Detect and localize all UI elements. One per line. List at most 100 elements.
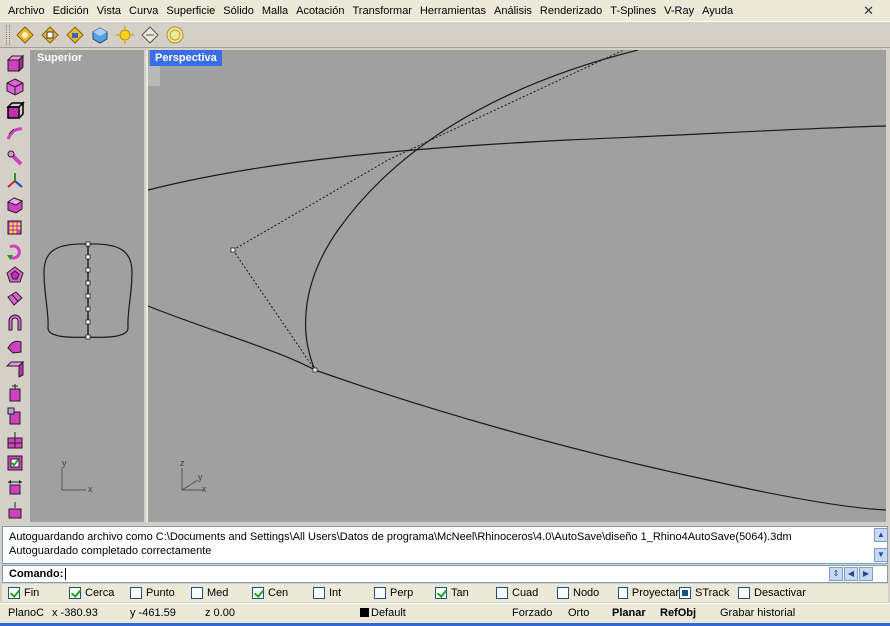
command-buttons: ⇕ ◀ ▶ — [829, 567, 873, 581]
osnap-checkbox[interactable] — [557, 587, 569, 599]
status-layer[interactable]: Default — [360, 607, 406, 619]
box-icon[interactable] — [3, 52, 27, 76]
menu-transformar[interactable]: Transformar — [348, 1, 416, 21]
osnap-cuad[interactable]: Cuad — [496, 587, 557, 599]
close-icon[interactable]: ✕ — [863, 3, 874, 19]
boolean-union-icon[interactable] — [3, 381, 27, 405]
menu-renderizado[interactable]: Renderizado — [536, 1, 606, 21]
polygon-icon[interactable] — [3, 264, 27, 288]
osnap-checkbox[interactable] — [313, 587, 325, 599]
osnap-cerca[interactable]: Cerca — [69, 587, 130, 599]
status-snap-toggle[interactable]: Forzado — [512, 607, 552, 619]
persp-horizontal-curve — [148, 125, 886, 191]
menu-curva[interactable]: Curva — [125, 1, 162, 21]
wedge-icon[interactable] — [3, 334, 27, 358]
menu-malla[interactable]: Malla — [258, 1, 292, 21]
command-history-icon[interactable]: ⇕ — [829, 567, 843, 581]
history-line: Autoguardando archivo como C:\Documents … — [9, 531, 792, 543]
menu-vray[interactable]: V-Ray — [660, 1, 698, 21]
osnap-checkbox[interactable] — [618, 587, 628, 599]
osnap-cen[interactable]: Cen — [252, 587, 313, 599]
osnap-int[interactable]: Int — [313, 587, 374, 599]
cube-edges-icon[interactable] — [3, 99, 27, 123]
rhino-app-window: { "menu": ["Archivo", "Edición", "Vista"… — [0, 0, 890, 626]
osnap-checkbox[interactable] — [69, 587, 81, 599]
menu-solido[interactable]: Sólido — [219, 1, 258, 21]
move-icon[interactable] — [3, 475, 27, 499]
osnap-proyectar[interactable]: Proyectar — [618, 587, 679, 599]
top-axis-widget — [61, 468, 86, 491]
viewport-perspectiva[interactable]: Perspectiva z y x — [148, 50, 886, 522]
osnap-perp[interactable]: Perp — [374, 587, 435, 599]
status-planar-toggle[interactable]: Planar — [612, 607, 646, 619]
command-next-icon[interactable]: ▶ — [859, 567, 873, 581]
osnap-checkbox[interactable] — [679, 587, 691, 599]
new-icon[interactable] — [14, 24, 36, 46]
rotate-icon[interactable] — [3, 240, 27, 264]
extrude-icon[interactable] — [3, 358, 27, 382]
viewport-tab-perspectiva[interactable]: Perspectiva — [150, 50, 222, 66]
osnap-checkbox[interactable] — [738, 587, 750, 599]
check-box-icon[interactable] — [3, 452, 27, 476]
save-icon[interactable] — [64, 24, 86, 46]
viewport-superior[interactable]: Superior y x — [30, 50, 146, 522]
render-icon[interactable] — [89, 24, 111, 46]
scroll-up-icon[interactable]: ▲ — [874, 528, 888, 542]
boolean-diff-icon[interactable] — [3, 405, 27, 429]
osnap-checkbox[interactable] — [191, 587, 203, 599]
split-icon[interactable] — [3, 428, 27, 452]
osnap-med[interactable]: Med — [191, 587, 252, 599]
persp-corner-shade — [148, 66, 160, 86]
revolve-icon[interactable] — [3, 146, 27, 170]
osnap-checkbox[interactable] — [8, 587, 20, 599]
command-prev-icon[interactable]: ◀ — [844, 567, 858, 581]
menu-herramientas[interactable]: Herramientas — [416, 1, 490, 21]
left-toolbar — [0, 50, 30, 522]
scroll-down-icon[interactable]: ▼ — [874, 548, 888, 562]
status-ortho-toggle[interactable]: Orto — [568, 607, 589, 619]
grid-points-icon[interactable] — [3, 217, 27, 241]
persp-control-polygon-upper — [232, 50, 625, 251]
menu-acotacion[interactable]: Acotación — [292, 1, 348, 21]
viewport-tab-superior[interactable]: Superior — [32, 50, 88, 66]
sphere-icon[interactable] — [3, 76, 27, 100]
layer-icon[interactable] — [139, 24, 161, 46]
solid-box-icon[interactable] — [3, 193, 27, 217]
command-label: Comando: — [9, 568, 64, 580]
menu-vista[interactable]: Vista — [93, 1, 125, 21]
osnap-fin[interactable]: Fin — [8, 587, 69, 599]
osnap-desactivar[interactable]: Desactivar — [738, 587, 814, 599]
status-bar: PlanoC x -380.93 y -461.59 z 0.00 Defaul… — [0, 603, 890, 623]
toolbar-grip[interactable] — [6, 24, 10, 45]
menu-superficie[interactable]: Superficie — [162, 1, 219, 21]
open-icon[interactable] — [39, 24, 61, 46]
viewport-superior-canvas — [43, 241, 133, 491]
osnap-punto[interactable]: Punto — [130, 587, 191, 599]
menu-ayuda[interactable]: Ayuda — [698, 1, 737, 21]
light-icon[interactable] — [114, 24, 136, 46]
osnap-strack[interactable]: STrack — [679, 587, 738, 599]
osnap-tan[interactable]: Tan — [435, 587, 496, 599]
menu-analisis[interactable]: Análisis — [490, 1, 536, 21]
arch-icon[interactable] — [3, 311, 27, 335]
standard-toolbar — [0, 22, 890, 48]
scale-icon[interactable] — [3, 499, 27, 523]
osnap-nodo[interactable]: Nodo — [557, 587, 618, 599]
osnap-checkbox[interactable] — [130, 587, 142, 599]
axis-icon[interactable] — [3, 170, 27, 194]
osnap-checkbox[interactable] — [252, 587, 264, 599]
status-history-toggle[interactable]: Grabar historial — [720, 607, 795, 619]
status-osnap-toggle[interactable]: RefObj — [660, 607, 696, 619]
sweep-icon[interactable] — [3, 123, 27, 147]
osnap-checkbox[interactable] — [496, 587, 508, 599]
menu-archivo[interactable]: Archivo — [4, 1, 49, 21]
osnap-checkbox[interactable] — [374, 587, 386, 599]
surface-icon[interactable] — [3, 287, 27, 311]
menu-tsplines[interactable]: T-Splines — [606, 1, 660, 21]
info-icon[interactable] — [164, 24, 186, 46]
menu-edicion[interactable]: Edición — [49, 1, 93, 21]
history-scrollbar[interactable]: ▲ ▼ — [874, 528, 888, 562]
osnap-checkbox[interactable] — [435, 587, 447, 599]
command-input[interactable] — [66, 567, 807, 581]
status-plane[interactable]: PlanoC — [8, 607, 44, 619]
